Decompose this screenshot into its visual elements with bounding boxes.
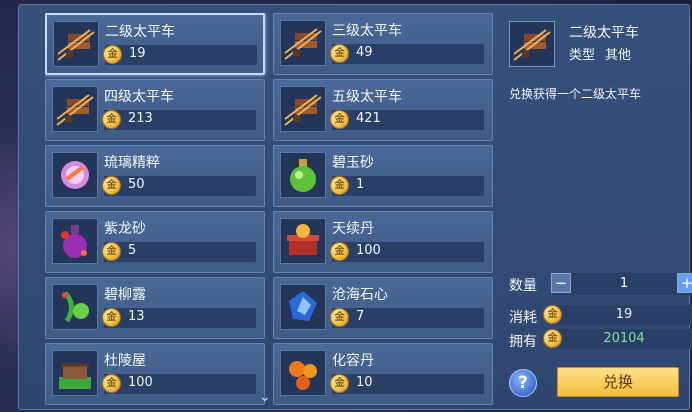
cost-label: 消耗: [509, 310, 537, 326]
item-price: 金 13: [102, 308, 256, 328]
willow-dew-icon: [52, 284, 98, 330]
item-price: 金 421: [330, 110, 484, 130]
item-price: 金 50: [102, 176, 256, 196]
orange-pills-icon: [280, 350, 326, 396]
item-price: 金 100: [102, 374, 256, 394]
coin-icon: 金: [102, 242, 121, 261]
item-card[interactable]: 紫龙砂 金5: [45, 211, 265, 273]
coin-icon: 金: [330, 308, 349, 327]
item-name: 碧柳露: [104, 287, 146, 303]
item-card[interactable]: 杜陵屋 金 100: [45, 343, 265, 405]
item-name: 五级太平车: [332, 89, 402, 105]
coin-icon: 金: [102, 176, 121, 195]
item-card[interactable]: 琉璃精粹 金 50: [45, 145, 265, 207]
item-price: 金1: [330, 176, 484, 196]
blue-gem-icon: [280, 284, 326, 330]
exchange-button[interactable]: 兑换: [557, 367, 679, 397]
item-price: 金5: [102, 242, 256, 262]
increase-button[interactable]: +: [677, 273, 692, 293]
coin-icon: 金: [102, 308, 121, 327]
detail-item-name: 二级太平车: [569, 25, 639, 41]
purple-flask-icon: [52, 218, 98, 264]
help-button[interactable]: ?: [509, 369, 537, 397]
coin-icon: 金: [102, 374, 121, 393]
item-name: 沧海石心: [332, 287, 388, 303]
item-card[interactable]: 沧海石心 金7: [273, 277, 493, 339]
coin-icon: 金: [330, 44, 349, 63]
gift-box-icon: [280, 218, 326, 264]
cart-icon: [509, 21, 555, 67]
cart-icon: [52, 86, 98, 132]
item-grid[interactable]: 二级太平车 金 19 三级太平车 金 49 四级太平车 金 213 五级太平车 金 42…: [45, 13, 497, 408]
cottage-icon: [52, 350, 98, 396]
coin-icon: 金: [330, 176, 349, 195]
cart-icon: [280, 86, 326, 132]
item-card[interactable]: 化容丹 金 10: [273, 343, 493, 405]
item-price: 金 100: [330, 242, 484, 262]
item-price: 金 49: [330, 44, 484, 64]
owned-row: 金 20104: [543, 329, 692, 349]
quantity-label: 数量: [509, 278, 537, 294]
owned-value: 20104: [603, 331, 645, 346]
coin-icon: 金: [330, 374, 349, 393]
item-price: 金 10: [330, 374, 484, 394]
green-potion-icon: [280, 152, 326, 198]
detail-type: 类型 其他: [569, 48, 632, 63]
item-card[interactable]: 三级太平车 金 49: [273, 13, 493, 75]
quantity-value[interactable]: 1: [551, 276, 692, 291]
item-name: 杜陵屋: [104, 353, 146, 369]
item-name: 琉璃精粹: [104, 155, 160, 171]
shop-window: 二级太平车 金 19 三级太平车 金 49 四级太平车 金 213 五级太平车 金 42…: [18, 4, 692, 410]
item-price: 金 213: [102, 110, 256, 130]
item-name: 碧玉砂: [332, 155, 374, 171]
item-card[interactable]: 碧柳露 金 13: [45, 277, 265, 339]
detail-panel: 二级太平车 类型 其他 兑换获得一个二级太平车 数量 − 1 + 消耗 金 19 …: [501, 13, 692, 409]
item-card[interactable]: 二级太平车 金 19: [45, 13, 265, 75]
item-name: 三级太平车: [332, 23, 402, 39]
item-name: 紫龙砂: [104, 221, 146, 237]
cart-icon: [53, 21, 99, 67]
cost-row: 金 19: [543, 305, 692, 325]
item-name: 四级太平车: [104, 89, 174, 105]
scroll-down-icon[interactable]: ⌄: [259, 389, 271, 405]
cost-value: 19: [615, 307, 633, 322]
item-card[interactable]: 四级太平车 金 213: [45, 79, 265, 141]
quantity-stepper: − 1 +: [551, 273, 692, 295]
item-name: 天续丹: [332, 221, 374, 237]
item-card[interactable]: 天续丹 金 100: [273, 211, 493, 273]
item-price: 金 19: [103, 45, 257, 65]
coin-icon: 金: [103, 45, 122, 64]
coin-icon: 金: [102, 110, 121, 129]
cart-icon: [280, 20, 326, 66]
detail-description: 兑换获得一个二级太平车: [509, 87, 642, 101]
item-card[interactable]: 五级太平车 金 421: [273, 79, 493, 141]
owned-label: 拥有: [509, 334, 537, 350]
item-price: 金7: [330, 308, 484, 328]
item-card[interactable]: 碧玉砂 金1: [273, 145, 493, 207]
item-name: 二级太平车: [105, 24, 175, 40]
item-name: 化容丹: [332, 353, 374, 369]
coin-icon: 金: [330, 110, 349, 129]
coin-icon: 金: [330, 242, 349, 261]
glass-essence-icon: [52, 152, 98, 198]
